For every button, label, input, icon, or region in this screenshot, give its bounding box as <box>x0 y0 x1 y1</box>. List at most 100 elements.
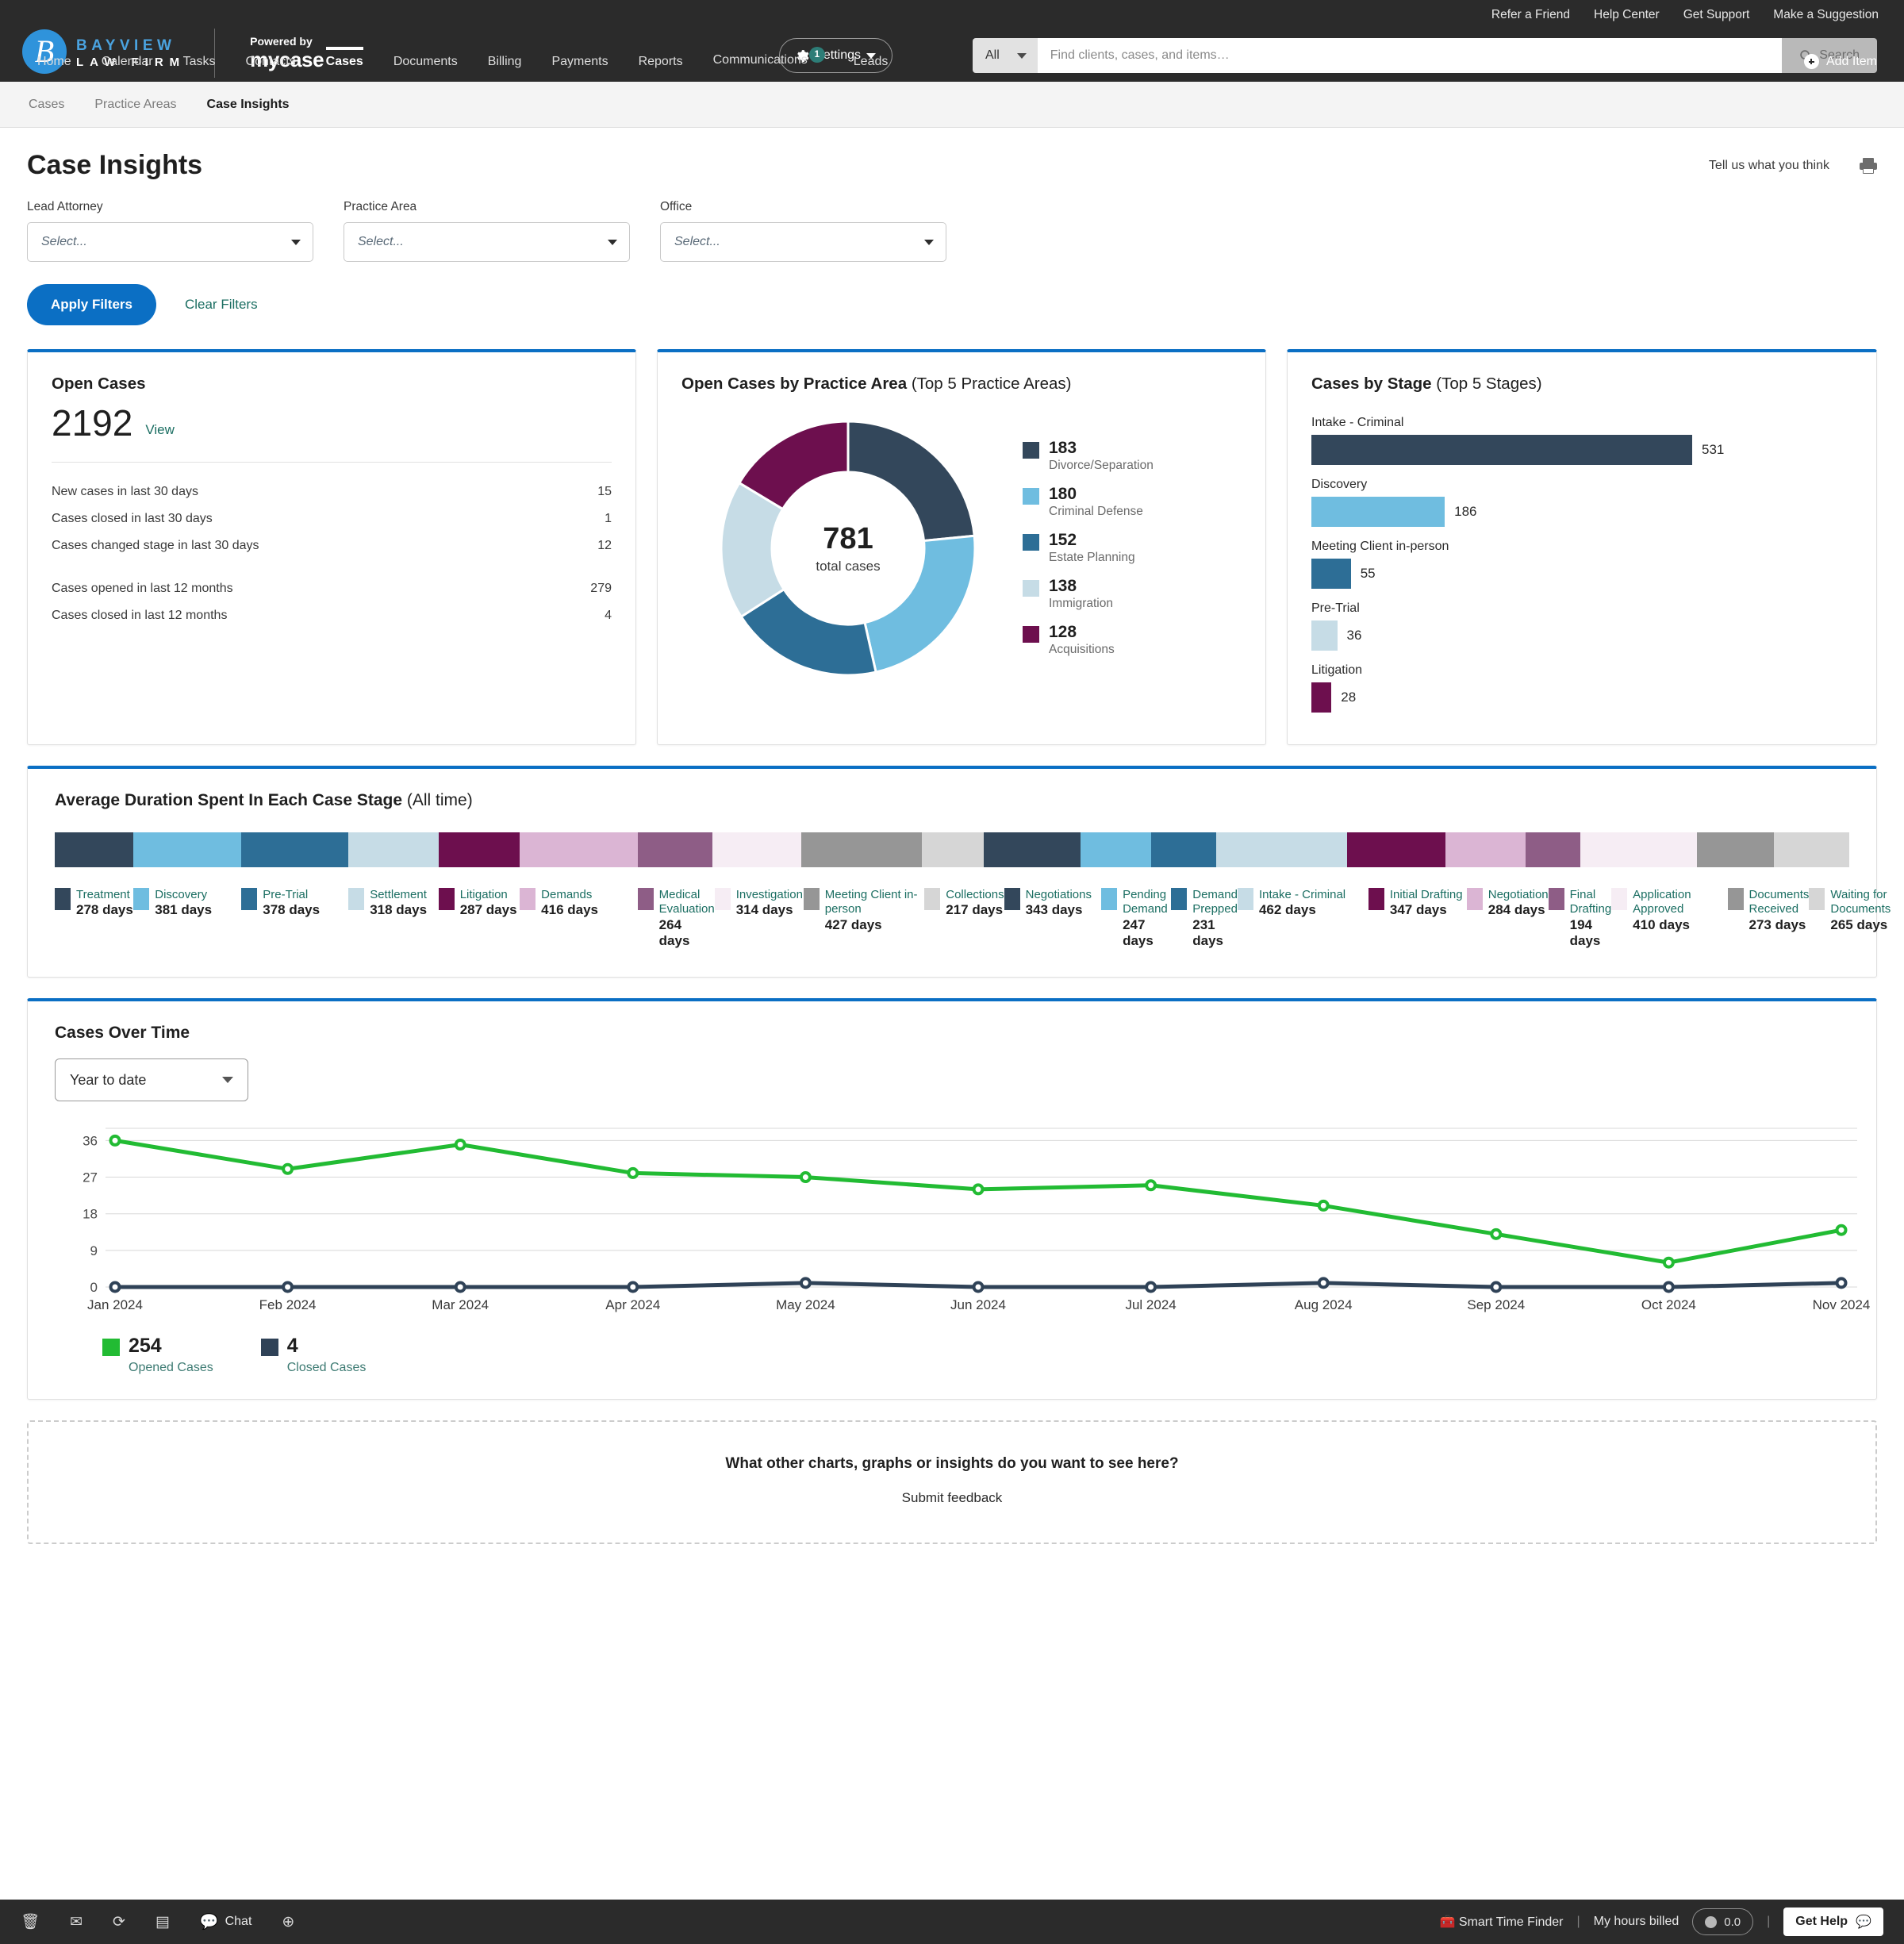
chat-button[interactable]: 💬 Chat <box>200 1915 251 1930</box>
legend-item[interactable]: 138 Immigration <box>1023 577 1154 611</box>
duration-legend-item[interactable]: Application Approved 410 days <box>1611 888 1727 933</box>
add-circle-icon[interactable]: ⊕ <box>282 1915 294 1930</box>
duration-legend-item[interactable]: Initial Drafting 347 days <box>1368 888 1467 919</box>
link-make-a-suggestion[interactable]: Make a Suggestion <box>1773 8 1879 22</box>
data-point[interactable] <box>1835 1277 1848 1289</box>
stage-bar[interactable] <box>1311 559 1351 589</box>
duration-segment[interactable] <box>1081 832 1151 867</box>
duration-legend-item[interactable]: Pre-Trial 378 days <box>241 888 348 919</box>
duration-legend-item[interactable]: Documents Received 273 days <box>1727 888 1809 933</box>
practice-area-select[interactable]: Select... <box>344 222 630 262</box>
data-point[interactable] <box>1490 1281 1503 1293</box>
duration-legend-item[interactable]: Litigation 287 days <box>438 888 520 919</box>
trash-icon[interactable]: 🗑 <box>21 1915 40 1930</box>
submit-feedback-link[interactable]: Submit feedback <box>29 1490 1875 1506</box>
legend-item[interactable]: 183 Divorce/Separation <box>1023 439 1154 473</box>
duration-segment[interactable] <box>133 832 242 867</box>
office-select[interactable]: Select... <box>660 222 946 262</box>
duration-legend-item[interactable]: Final Drafting 194 days <box>1548 888 1611 950</box>
duration-segment[interactable] <box>1150 832 1216 867</box>
stage-bar[interactable] <box>1311 682 1332 713</box>
nav-item-billing[interactable]: Billing <box>473 47 537 82</box>
donut-slice[interactable] <box>846 420 976 543</box>
duration-legend-item[interactable]: Intake - Criminal 462 days <box>1237 888 1368 919</box>
duration-legend-item[interactable]: Negotiations 343 days <box>1004 888 1101 919</box>
duration-legend-item[interactable]: Waiting for Documents 265 days <box>1809 888 1891 933</box>
nav-item-tasks[interactable]: Tasks <box>168 47 231 82</box>
envelope-icon[interactable]: ✉ <box>70 1915 83 1930</box>
data-point[interactable] <box>1317 1277 1330 1289</box>
nav-item-communications[interactable]: Communications 1 <box>698 45 839 82</box>
nav-item-documents[interactable]: Documents <box>378 47 473 82</box>
duration-segment[interactable] <box>348 832 439 867</box>
refresh-icon[interactable]: ⟳ <box>113 1915 125 1930</box>
breadcrumb-item-cases[interactable]: Cases <box>29 98 64 112</box>
duration-segment[interactable] <box>801 832 923 867</box>
search-input[interactable] <box>1037 38 1783 73</box>
nav-item-contacts[interactable]: Contacts <box>231 47 311 82</box>
data-point[interactable] <box>1835 1224 1848 1236</box>
data-point[interactable] <box>109 1134 121 1147</box>
nav-item-cases[interactable]: Cases <box>311 47 378 82</box>
data-point[interactable] <box>282 1162 294 1175</box>
time-range-select[interactable]: Year to date <box>55 1058 248 1102</box>
cot-legend-item[interactable]: 4 Closed Cases <box>260 1336 366 1375</box>
legend-item[interactable]: 128 Acquisitions <box>1023 624 1154 657</box>
search-scope-select[interactable]: All <box>973 38 1038 73</box>
duration-segment[interactable] <box>1774 832 1849 867</box>
donut-slice[interactable] <box>863 534 977 674</box>
nav-item-home[interactable]: Home <box>22 47 86 82</box>
data-point[interactable] <box>799 1171 812 1184</box>
stage-bar[interactable] <box>1311 620 1338 651</box>
mobile-icon[interactable]: ▤ <box>155 1915 170 1930</box>
data-point[interactable] <box>972 1183 985 1196</box>
link-get-support[interactable]: Get Support <box>1683 8 1750 22</box>
data-point[interactable] <box>454 1139 466 1151</box>
duration-segment[interactable] <box>1346 832 1445 867</box>
link-help-center[interactable]: Help Center <box>1594 8 1660 22</box>
stage-bar[interactable] <box>1311 497 1445 527</box>
data-point[interactable] <box>1490 1227 1503 1240</box>
duration-segment[interactable] <box>983 832 1081 867</box>
duration-segment[interactable] <box>520 832 638 867</box>
duration-legend-item[interactable]: Meeting Client in-person 427 days <box>803 888 924 933</box>
nav-item-reports[interactable]: Reports <box>624 47 698 82</box>
duration-segment[interactable] <box>922 832 984 867</box>
tell-us-what-you-think-link[interactable]: Tell us what you think <box>1709 159 1829 173</box>
duration-legend-item[interactable]: Pending Demand 247 days <box>1101 888 1171 950</box>
duration-segment[interactable] <box>1526 832 1581 867</box>
duration-legend-item[interactable]: Discovery 381 days <box>133 888 241 919</box>
stage-bar[interactable] <box>1311 435 1692 465</box>
link-refer-a-friend[interactable]: Refer a Friend <box>1491 8 1570 22</box>
printer-icon[interactable] <box>1860 157 1877 174</box>
duration-segment[interactable] <box>1445 832 1526 867</box>
legend-item[interactable]: 180 Criminal Defense <box>1023 485 1154 519</box>
duration-legend-item[interactable]: Demand Prepped 231 days <box>1171 888 1238 950</box>
duration-segment[interactable] <box>241 832 349 867</box>
data-point[interactable] <box>109 1281 121 1293</box>
duration-legend-item[interactable]: Collections 217 days <box>924 888 1004 919</box>
breadcrumb-item-case-insights[interactable]: Case Insights <box>207 98 290 112</box>
duration-legend-item[interactable]: Demands 416 days <box>520 888 638 919</box>
duration-segment[interactable] <box>1580 832 1697 867</box>
duration-legend-item[interactable]: Negotiation 284 days <box>1466 888 1549 919</box>
data-point[interactable] <box>627 1166 639 1179</box>
cot-legend-item[interactable]: 254 Opened Cases <box>102 1336 213 1375</box>
nav-item-leads[interactable]: Leads <box>839 47 904 82</box>
duration-segment[interactable] <box>1696 832 1775 867</box>
data-point[interactable] <box>1145 1281 1157 1293</box>
duration-segment[interactable] <box>637 832 712 867</box>
get-help-button[interactable]: Get Help 💬 <box>1783 1908 1883 1936</box>
hours-billed-pill[interactable]: 0.0 <box>1692 1908 1754 1935</box>
legend-item[interactable]: 152 Estate Planning <box>1023 531 1154 565</box>
nav-item-calendar[interactable]: Calendar <box>86 47 168 82</box>
data-point[interactable] <box>1662 1281 1675 1293</box>
duration-legend-item[interactable]: Treatment 278 days <box>55 888 133 919</box>
data-point[interactable] <box>1145 1179 1157 1192</box>
duration-segment[interactable] <box>55 832 134 867</box>
start-timer-button[interactable]: Start Timer <box>1687 54 1772 69</box>
smart-time-finder-button[interactable]: 🧰 Smart Time Finder <box>1440 1914 1564 1930</box>
apply-filters-button[interactable]: Apply Filters <box>27 284 156 325</box>
data-point[interactable] <box>627 1281 639 1293</box>
duration-legend-item[interactable]: Investigation 314 days <box>714 888 804 919</box>
